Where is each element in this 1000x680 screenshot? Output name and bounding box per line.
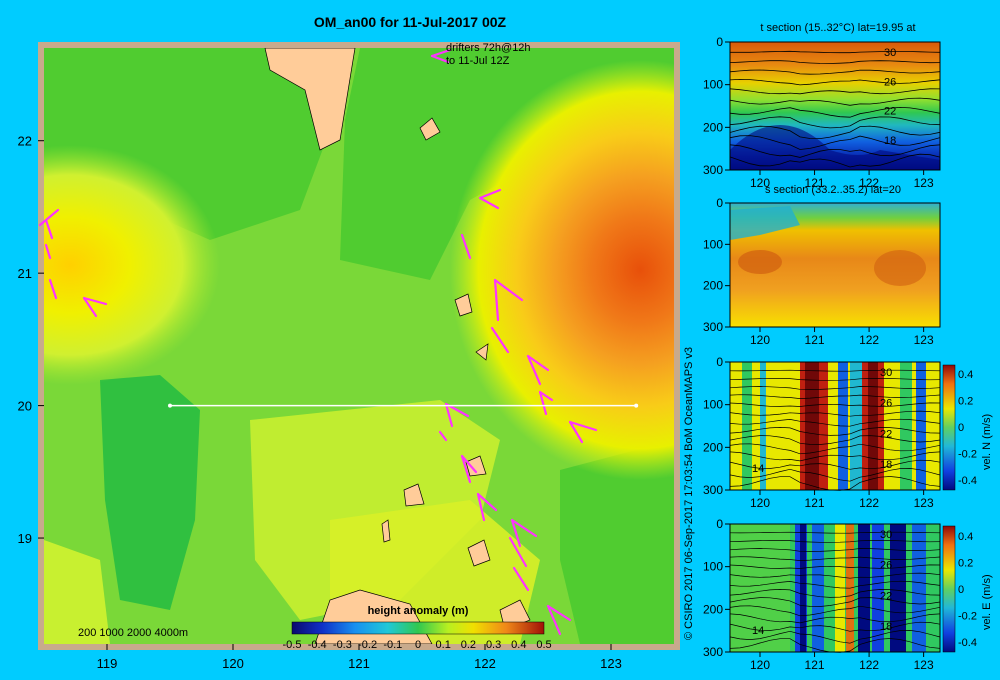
colorbar-tick-label: 0.3	[486, 639, 501, 651]
section-x-tick-label: 121	[805, 333, 825, 347]
section-y-tick-label: 0	[716, 35, 723, 49]
map-y-tick-label: 20	[18, 399, 32, 414]
vn-colorbar-label: vel. N (m/s)	[981, 414, 993, 470]
contour-label: 14	[752, 625, 764, 637]
section-x-tick-label: 120	[750, 658, 770, 672]
height-colorbar	[291, 621, 545, 635]
contour-label: 22	[880, 428, 892, 440]
velocity-colorbar-tick-label: -0.4	[958, 637, 977, 649]
ve-colorbar-label: vel. E (m/s)	[981, 574, 993, 630]
ve-colorbar-ticks: 0.4 0.2 0 -0.2 -0.4	[958, 531, 977, 649]
contour-label: 18	[884, 135, 896, 147]
contour-label: 26	[884, 76, 896, 88]
section-x-tick-label: 123	[914, 176, 934, 190]
contour-label: 22	[880, 590, 892, 602]
section-x-tick-label: 123	[914, 496, 934, 510]
section-y-tick-label: 0	[716, 355, 723, 369]
section-x-tick-label: 122	[859, 496, 879, 510]
velocity-colorbar-tick-label: -0.4	[958, 475, 977, 487]
height-colorbar-ticks: -0.5 -0.4 -0.3 -0.2 -0.1 0 0.1 0.2 0.3 0.4 0.5	[283, 639, 552, 651]
velocity-colorbar-tick-label: 0.4	[958, 369, 973, 381]
section-y-tick-label: 200	[703, 279, 723, 293]
section-x-tick-label: 121	[805, 658, 825, 672]
colorbar-tick-label: 0.4	[511, 639, 526, 651]
s-section-title: s section (33.2..35.2) lat=20	[765, 184, 901, 196]
section-y-tick-label: 100	[703, 398, 723, 412]
velocity-colorbar-tick-label: 0	[958, 584, 964, 596]
section-y-tick-label: 300	[703, 320, 723, 334]
section-y-tick-label: 300	[703, 163, 723, 177]
section-x-tick-label: 120	[750, 496, 770, 510]
depth-scale-label: 200 1000 2000 4000m	[78, 627, 188, 639]
map-x-tick-label: 123	[600, 656, 622, 671]
section-y-tick-label: 300	[703, 483, 723, 497]
height-anomaly-map	[44, 48, 674, 644]
velocity-colorbar-tick-label: -0.2	[958, 449, 977, 461]
colorbar-tick-label: -0.2	[358, 639, 377, 651]
section-x-tick-label: 123	[914, 658, 934, 672]
contour-label: 18	[880, 621, 892, 633]
contour-label: 30	[884, 47, 896, 59]
velocity-colorbar-tick-label: 0.2	[958, 558, 973, 570]
colorbar-tick-label: -0.3	[333, 639, 352, 651]
velocity-colorbar-tick-label: 0.2	[958, 396, 973, 408]
section-y-tick-label: 0	[716, 517, 723, 531]
section-y-tick-label: 0	[716, 196, 723, 210]
section-y-tick-label: 100	[703, 560, 723, 574]
section-y-tick-label: 200	[703, 120, 723, 134]
ve-colorbar	[942, 525, 956, 653]
velocity-colorbar-tick-label: -0.2	[958, 611, 977, 623]
contour-label: 22	[884, 106, 896, 118]
contour-label: 30	[880, 529, 892, 541]
colorbar-tick-label: -0.4	[308, 639, 327, 651]
map-x-tick-label: 121	[348, 656, 370, 671]
colorbar-tick-label: -0.5	[283, 639, 302, 651]
contour-label: 30	[880, 367, 892, 379]
section-x-tick-label: 123	[914, 333, 934, 347]
colorbar-tick-label: 0.2	[461, 639, 476, 651]
section-y-tick-label: 100	[703, 237, 723, 251]
contour-label: 26	[880, 398, 892, 410]
colorbar-title: height anomaly (m)	[368, 605, 469, 617]
section-y-tick-label: 200	[703, 602, 723, 616]
figure-canvas: 119 120 121 122 123 22 21 20 19 drifters 72h@12…	[18, 22, 993, 672]
t-section-title: t section (15..32°C) lat=19.95 at	[760, 22, 915, 34]
section-x-tick-label: 122	[859, 333, 879, 347]
velocity-colorbar-tick-label: 0.4	[958, 531, 973, 543]
drifters-note-line2: to 11-Jul 12Z	[446, 55, 510, 67]
colorbar-tick-label: -0.1	[383, 639, 402, 651]
vn-colorbar-ticks: 0.4 0.2 0 -0.2 -0.4	[958, 369, 977, 487]
map-y-tick-label: 21	[18, 266, 32, 281]
vn-colorbar	[942, 364, 956, 491]
section-x-tick-label: 122	[859, 658, 879, 672]
map-x-tick-label: 120	[222, 656, 244, 671]
map-x-tick-label: 122	[474, 656, 496, 671]
map-x-tick-label: 119	[97, 656, 118, 671]
colorbar-tick-label: 0	[415, 639, 421, 651]
contour-label: 14	[752, 463, 764, 475]
map-y-tick-label: 19	[18, 531, 32, 546]
section-x-tick-label: 121	[805, 496, 825, 510]
drifters-note-line1: drifters 72h@12h	[446, 42, 531, 54]
section-y-tick-label: 200	[703, 440, 723, 454]
contour-label: 18	[880, 459, 892, 471]
section-y-tick-label: 300	[703, 645, 723, 659]
colorbar-tick-label: 0.1	[436, 639, 451, 651]
contour-label: 26	[880, 560, 892, 572]
colorbar-tick-label: 0.5	[536, 639, 551, 651]
map-y-tick-label: 22	[18, 134, 32, 149]
section-y-tick-label: 100	[703, 78, 723, 92]
section-x-tick-label: 120	[750, 333, 770, 347]
velocity-colorbar-tick-label: 0	[958, 422, 964, 434]
